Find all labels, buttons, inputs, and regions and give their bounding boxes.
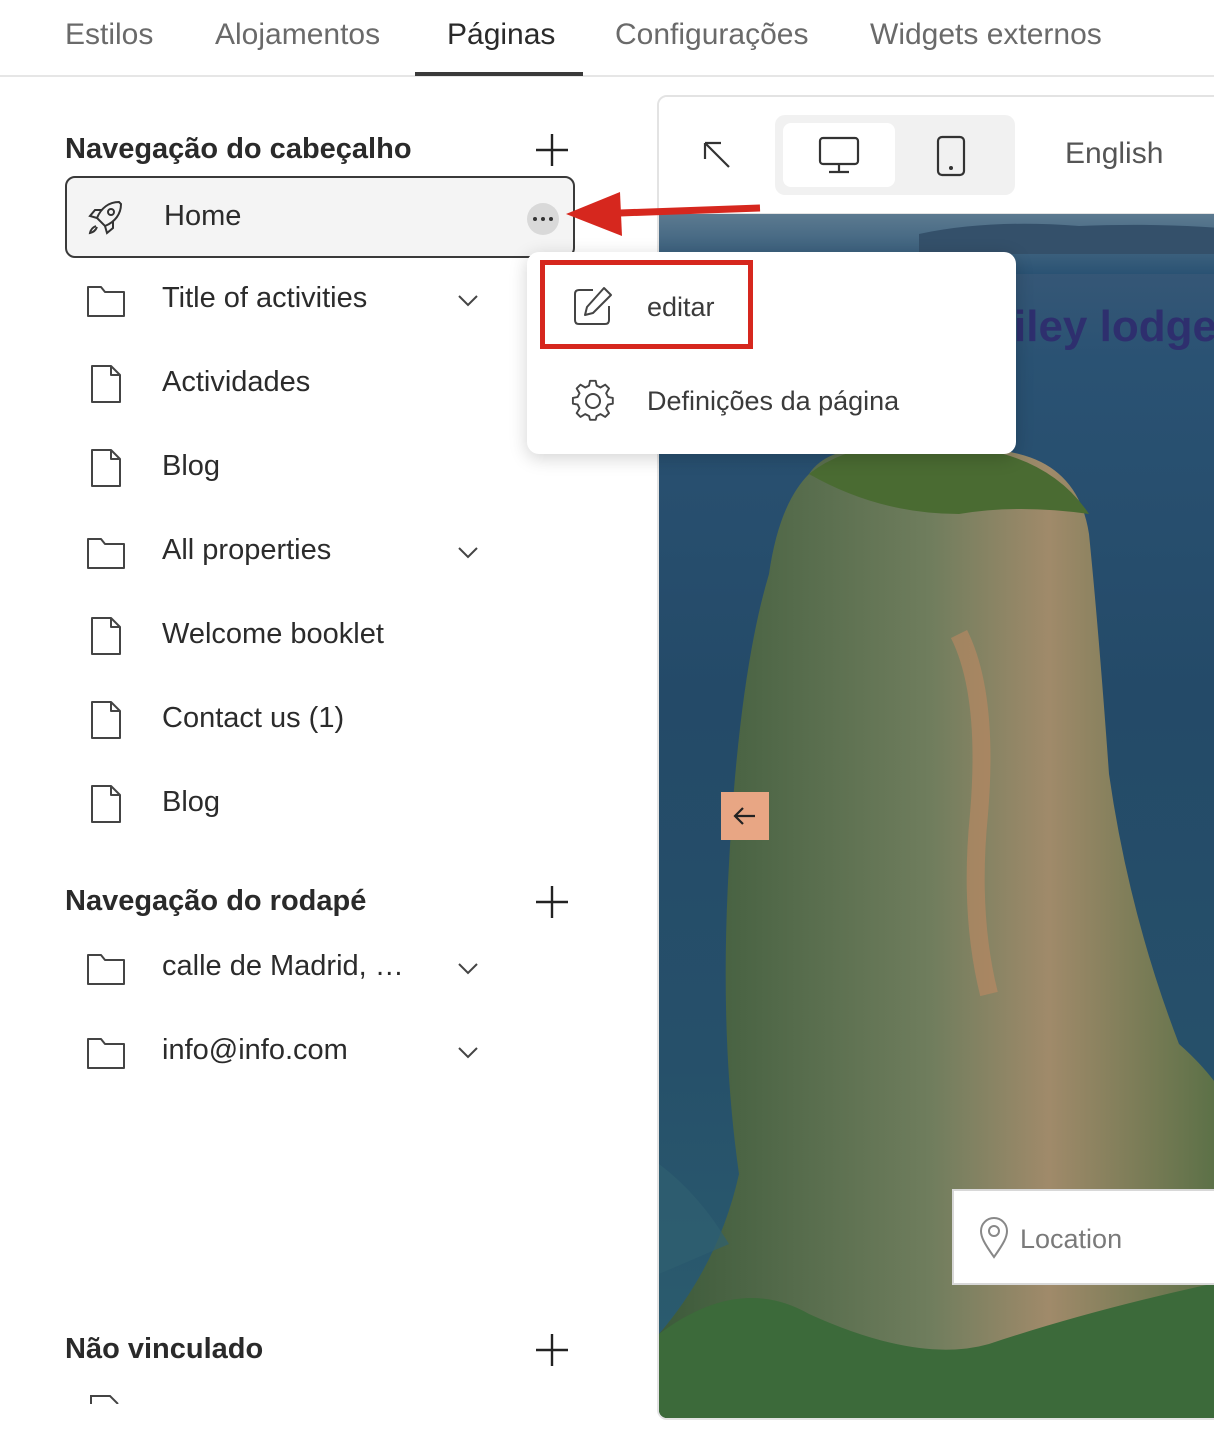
nav-item-label: Blog [162,450,221,482]
add-footer-page-button[interactable] [532,882,572,922]
nav-item-email[interactable]: info@info.com [65,1011,575,1093]
add-header-page-button[interactable] [532,130,572,170]
nav-item-label: Home [164,200,242,232]
header-nav-title: Navegação do cabeçalho [65,133,412,165]
chevron-down-icon[interactable] [455,1039,481,1065]
nav-item-address[interactable]: calle de Madrid, … [65,927,575,1009]
chevron-down-icon[interactable] [455,955,481,981]
page-icon [91,365,121,403]
nav-item-label: Actividades [162,366,311,398]
top-tabs: Estilos Alojamentos Páginas Configuraçõe… [0,0,1214,77]
language-selector[interactable]: English [1065,137,1163,171]
tab-configuracoes[interactable]: Configurações [615,18,808,52]
menu-item-page-settings[interactable]: Definições da página [527,354,1016,444]
arrow-left-icon [733,807,755,825]
chevron-down-icon[interactable] [455,287,481,313]
location-pin-icon [979,1217,1009,1259]
edit-highlight-annotation [540,260,753,349]
location-placeholder: Location [1020,1224,1123,1254]
mobile-view-button[interactable] [895,123,1007,187]
footer-nav-title: Navegação do rodapé [65,885,367,917]
page-icon [91,785,121,823]
dot [533,217,537,221]
nav-item-label: Contact us (1) [162,702,345,734]
dot [549,217,553,221]
folder-icon [87,1038,125,1069]
nav-item-actividades[interactable]: Actividades [65,343,575,425]
nav-item-all-properties[interactable]: All properties [65,511,575,593]
location-search-field[interactable]: Location [952,1189,1214,1285]
unlinked-title: Não vinculado [65,1333,264,1365]
nav-item-home[interactable]: Home [65,176,575,258]
nav-item-label: calle de Madrid, … [162,950,404,982]
more-options-button[interactable] [527,203,559,235]
red-arrow-annotation-icon [566,192,761,236]
tab-estilos[interactable]: Estilos [65,18,153,52]
nav-item-label: Blog [162,786,221,818]
add-unlinked-page-button[interactable] [532,1330,572,1370]
mobile-icon [936,135,966,177]
nav-item-label: Welcome booklet [162,618,384,650]
tab-paginas[interactable]: Páginas [447,18,555,52]
page-icon [91,449,121,487]
page-icon [91,617,121,655]
collapse-arrow-icon[interactable] [701,139,733,171]
nav-item-contact-us[interactable]: Contact us (1) [65,679,575,761]
nav-item-blog[interactable]: Blog [65,427,575,509]
dot [541,217,545,221]
page-icon [91,701,121,739]
device-toggle [775,115,1015,195]
nav-item-welcome-booklet[interactable]: Welcome booklet [65,595,575,677]
tab-widgets-externos[interactable]: Widgets externos [870,18,1102,52]
hero-title: iley lodge [1014,302,1214,351]
tab-alojamentos[interactable]: Alojamentos [215,18,380,52]
rocket-icon [88,200,123,235]
menu-item-label: Definições da página [647,386,900,416]
folder-icon [87,538,125,569]
nav-item-title-of-activities[interactable]: Title of activities [65,259,575,341]
gear-icon [571,379,614,421]
active-tab-indicator [415,72,583,76]
nav-item-label: All properties [162,534,332,566]
nav-item-label: Title of activities [162,282,368,314]
nav-item-label: info@info.com [162,1034,348,1066]
folder-icon [87,286,125,317]
desktop-icon [818,136,860,174]
folder-icon [87,954,125,985]
chevron-down-icon[interactable] [455,539,481,565]
slider-prev-button[interactable] [721,792,769,840]
page-icon [90,1395,119,1404]
nav-item-blog-2[interactable]: Blog [65,763,575,845]
desktop-view-button[interactable] [783,123,895,187]
